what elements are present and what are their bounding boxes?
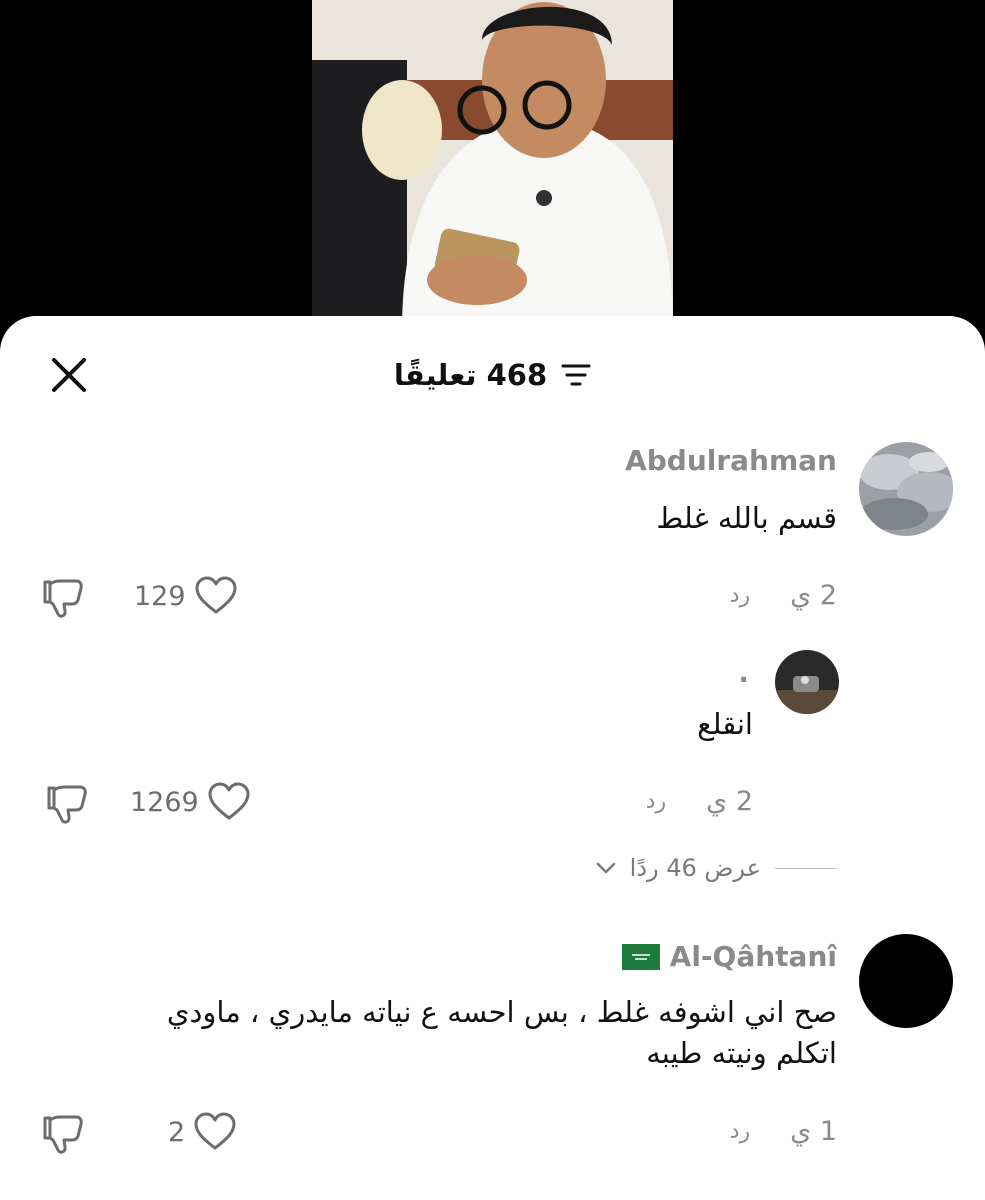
- like-button[interactable]: 1269: [130, 782, 251, 822]
- close-button[interactable]: [44, 350, 94, 400]
- reply-button[interactable]: رد: [730, 1119, 750, 1144]
- comment-meta: 2 ي رد: [646, 786, 753, 817]
- thumbs-down-icon: [47, 785, 87, 824]
- comments-sheet: 468 تعليقًا Abdulrahman قسم بالله غلط 2 …: [0, 316, 985, 1200]
- comment-username[interactable]: .: [738, 656, 749, 689]
- comment-text: انقلع: [697, 707, 753, 741]
- reply-button[interactable]: رد: [730, 583, 750, 608]
- comment-text-line: اتكلم ونيته طيبه: [646, 1035, 837, 1070]
- like-button[interactable]: 129: [134, 576, 238, 616]
- close-icon: [52, 358, 86, 392]
- filter-icon[interactable]: [561, 360, 591, 390]
- comment-text: قسم بالله غلط: [656, 501, 837, 535]
- avatar[interactable]: [775, 650, 839, 714]
- thumbs-down-icon: [43, 1115, 83, 1154]
- comment-text: صح اني اشوفه غلط ، بس احسه ع نياته مايدر…: [57, 992, 837, 1073]
- comment-meta: 2 ي رد: [730, 580, 837, 611]
- comment-username[interactable]: Abdulrahman: [625, 444, 837, 477]
- comment-item: . انقلع 2 ي رد 1269 عرض 46 ردًا: [0, 648, 985, 888]
- divider-line: [775, 867, 837, 869]
- view-replies-button[interactable]: عرض 46 ردًا: [596, 854, 837, 882]
- comments-header: 468 تعليقًا: [300, 350, 685, 400]
- avatar[interactable]: [859, 442, 953, 536]
- heart-icon: [208, 782, 250, 820]
- comment-item: Abdulrahman قسم بالله غلط 2 ي رد 129: [0, 440, 985, 630]
- like-count: 2: [168, 1116, 186, 1148]
- comment-meta: 1 ي رد: [730, 1116, 837, 1147]
- like-button[interactable]: 2: [168, 1112, 237, 1152]
- video-frame: [312, 0, 673, 330]
- view-replies-label: عرض 46 ردًا: [629, 854, 761, 882]
- comment-text-line: صح اني اشوفه غلط ، بس احسه ع نياته مايدر…: [166, 995, 837, 1029]
- reply-button[interactable]: رد: [646, 789, 666, 814]
- thumbs-down-icon: [43, 579, 83, 618]
- heart-icon: [194, 1112, 236, 1150]
- avatar[interactable]: [859, 934, 953, 1028]
- comments-count-title: 468 تعليقًا: [393, 358, 548, 392]
- video-player[interactable]: [0, 0, 985, 330]
- comment-time: 2 ي: [706, 786, 753, 817]
- comment-time: 1 ي: [790, 1116, 837, 1147]
- dislike-button[interactable]: [40, 578, 86, 624]
- comment-username[interactable]: Al-Qâhtanî: [621, 940, 837, 973]
- comment-item: Al-Qâhtanî صح اني اشوفه غلط ، بس احسه ع …: [0, 930, 985, 1190]
- like-count: 1269: [130, 786, 199, 818]
- heart-icon: [195, 576, 237, 614]
- dislike-button[interactable]: [44, 784, 90, 830]
- like-count: 129: [134, 580, 186, 612]
- chevron-down-icon: [596, 862, 615, 874]
- saudi-flag-icon: [621, 943, 660, 970]
- video-still-image: [312, 0, 673, 330]
- comment-time: 2 ي: [790, 580, 837, 611]
- dislike-button[interactable]: [40, 1114, 86, 1160]
